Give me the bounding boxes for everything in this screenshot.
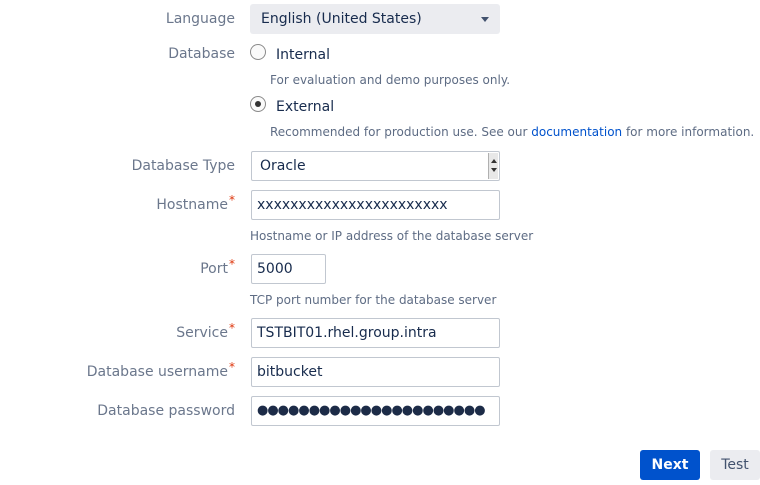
language-value: English (United States) — [261, 11, 422, 27]
password-input[interactable]: ●●●●●●●●●●●●●●●●●●●●●● — [251, 396, 500, 426]
service-label: Service* — [176, 321, 235, 341]
database-label: Database — [168, 46, 235, 62]
required-indicator: * — [229, 360, 235, 374]
required-indicator: * — [229, 193, 235, 207]
language-label: Language — [165, 11, 235, 27]
database-type-label: Database Type — [131, 158, 235, 174]
radio-internal[interactable] — [250, 44, 266, 60]
database-type-select[interactable]: Oracle — [251, 151, 500, 181]
port-help-text: TCP port number for the database server — [250, 293, 497, 307]
next-button[interactable]: Next — [640, 450, 700, 480]
external-help-after: for more information. — [622, 125, 755, 139]
hostname-input[interactable]: xxxxxxxxxxxxxxxxxxxxxxx — [251, 190, 500, 220]
username-label: Database username* — [86, 360, 235, 380]
hostname-label: Hostname* — [156, 193, 235, 213]
port-input[interactable]: 5000 — [251, 254, 326, 284]
radio-external-label[interactable]: External — [276, 98, 334, 116]
test-button[interactable]: Test — [710, 450, 760, 480]
required-indicator: * — [229, 321, 235, 335]
external-help-before: Recommended for production use. See our — [270, 125, 532, 139]
database-type-value: Oracle — [260, 158, 306, 174]
hostname-help-text: Hostname or IP address of the database s… — [250, 229, 534, 243]
port-label: Port* — [200, 257, 235, 277]
username-input[interactable]: bitbucket — [251, 357, 500, 387]
chevron-down-icon — [481, 17, 489, 22]
radio-external[interactable] — [250, 96, 266, 112]
required-indicator: * — [229, 257, 235, 271]
radio-internal-label[interactable]: Internal — [276, 46, 330, 64]
documentation-link[interactable]: documentation — [531, 125, 622, 139]
external-help-text: Recommended for production use. See our … — [270, 125, 754, 140]
service-input[interactable]: TSTBIT01.rhel.group.intra — [251, 318, 500, 348]
language-select[interactable]: English (United States) — [250, 4, 500, 34]
database-setup-form: Language English (United States) Databas… — [0, 0, 760, 485]
password-label: Database password — [97, 403, 235, 419]
internal-help-text: For evaluation and demo purposes only. — [270, 73, 511, 87]
select-spinner-icon — [488, 153, 498, 179]
